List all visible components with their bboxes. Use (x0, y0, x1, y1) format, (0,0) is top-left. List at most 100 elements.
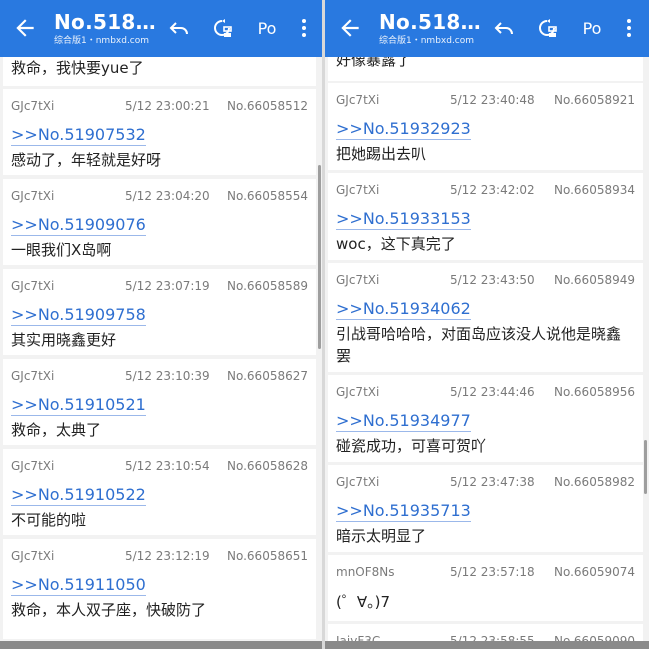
post-id: No.66058982 (554, 475, 635, 489)
post-uid: GJc7tXi (336, 183, 380, 197)
post-meta: GJc7tXi 5/12 23:00:21 No.66058512 (11, 99, 308, 115)
post-id: No.66058512 (227, 99, 308, 113)
post-card[interactable]: GJc7tXi 5/12 23:07:19 No.66058589 >>No.5… (3, 269, 316, 355)
post-content: 不可能的啦 (11, 511, 87, 529)
thread-subtitle: 综合版1・nmbxd.com (54, 36, 150, 46)
thread-panel-right: No.5187… 综合版1・nmbxd.com Po 好像暴露了 GJc7tXi… (325, 0, 649, 649)
post-uid: GJc7tXi (11, 99, 55, 113)
post-uid: GJc7tXi (11, 459, 55, 473)
quote-link[interactable]: >>No.51934062 (336, 299, 471, 320)
post-meta: GJc7tXi 5/12 23:43:50 No.66058949 (336, 273, 635, 289)
bottom-bar (0, 641, 322, 649)
post-uid: mnOF8Ns (336, 565, 395, 579)
post-id: No.66058934 (554, 183, 635, 197)
reply-icon[interactable] (165, 14, 193, 42)
post-card[interactable]: GJc7tXi 5/12 23:44:46 No.66058956 >>No.5… (328, 375, 643, 462)
post-id: No.66058589 (227, 279, 308, 293)
post-card[interactable]: GJc7tXi 5/12 23:10:54 No.66058628 >>No.5… (3, 449, 316, 535)
post-time: 5/12 23:43:50 (450, 273, 535, 287)
more-vert-icon[interactable] (617, 14, 641, 42)
post-card[interactable]: GJc7tXi 5/12 23:43:50 No.66058949 >>No.5… (328, 263, 643, 372)
post-uid: GJc7tXi (336, 273, 380, 287)
thread-title: No.5187… (54, 10, 156, 34)
quote-link[interactable]: >>No.51907532 (11, 125, 146, 146)
quote-link[interactable]: >>No.51910522 (11, 485, 146, 506)
post-id: No.66058651 (227, 549, 308, 563)
post-time: 5/12 23:04:20 (125, 189, 210, 203)
post-content: 引战哥哈哈哈，对面岛应该没人说他是晓鑫罢 (336, 325, 622, 365)
back-arrow-icon[interactable] (337, 15, 363, 41)
post-time: 5/12 23:10:39 (125, 369, 210, 383)
post-time: 5/12 23:47:38 (450, 475, 535, 489)
post-id: No.66058956 (554, 385, 635, 399)
po-filter-button[interactable]: Po (250, 14, 284, 42)
post-content: woc，这下真完了 (336, 235, 456, 253)
thread-subtitle: 综合版1・nmbxd.com (379, 36, 475, 46)
post-meta: GJc7tXi 5/12 23:10:54 No.66058628 (11, 459, 308, 475)
post-id: No.66058949 (554, 273, 635, 287)
post-content: 暗示太明显了 (336, 527, 427, 545)
app-bar: No.5187… 综合版1・nmbxd.com Po (325, 0, 649, 57)
app-bar: No.5187… 综合版1・nmbxd.com Po (0, 0, 322, 57)
thread-panel-left: No.5187… 综合版1・nmbxd.com Po 救命，我快要yue了 GJ… (0, 0, 322, 649)
post-time: 5/12 23:10:54 (125, 459, 210, 473)
po-filter-button[interactable]: Po (575, 14, 609, 42)
post-content: 救命，我快要yue了 (11, 59, 144, 77)
post-card[interactable]: GJc7tXi 5/12 23:00:21 No.66058512 >>No.5… (3, 89, 316, 175)
reply-icon[interactable] (490, 14, 518, 42)
post-fragment: 好像暴露了 (328, 51, 643, 81)
jump-page-icon[interactable] (533, 14, 561, 42)
post-content: 感动了，年轻就是好呀 (11, 151, 162, 169)
post-id: No.66058554 (227, 189, 308, 203)
post-time: 5/12 23:42:02 (450, 183, 535, 197)
post-content: 碰瓷成功，可喜可贺吖 (336, 437, 487, 455)
post-content: 把她踢出去叭 (336, 145, 427, 163)
post-card[interactable]: mnOF8Ns 5/12 23:57:18 No.66059074 (゜∀。)7 (328, 555, 643, 621)
quote-link[interactable]: >>No.51934977 (336, 411, 471, 432)
post-list[interactable]: 救命，我快要yue了 GJc7tXi 5/12 23:00:21 No.6605… (0, 57, 322, 649)
post-card[interactable]: GJc7tXi 5/12 23:04:20 No.66058554 >>No.5… (3, 179, 316, 265)
post-content: 救命，本人双子座，快破防了 (11, 601, 207, 619)
post-meta: GJc7tXi 5/12 23:12:19 No.66058651 (11, 549, 308, 565)
post-meta: GJc7tXi 5/12 23:07:19 No.66058589 (11, 279, 308, 295)
post-uid: GJc7tXi (11, 279, 55, 293)
more-vert-icon[interactable] (292, 14, 316, 42)
post-meta: mnOF8Ns 5/12 23:57:18 No.66059074 (336, 565, 635, 581)
scrollbar-thumb[interactable] (644, 440, 647, 494)
quote-link[interactable]: >>No.51911050 (11, 575, 146, 596)
quote-link[interactable]: >>No.51909076 (11, 215, 146, 236)
title-block: No.5187… 综合版1・nmbxd.com (379, 9, 481, 47)
post-card[interactable]: GJc7tXi 5/12 23:10:39 No.66058627 >>No.5… (3, 359, 316, 445)
post-time: 5/12 23:57:18 (450, 565, 535, 579)
quote-link[interactable]: >>No.51935713 (336, 501, 471, 522)
thread-title: No.5187… (379, 10, 481, 34)
post-card[interactable]: GJc7tXi 5/12 23:42:02 No.66058934 >>No.5… (328, 173, 643, 260)
post-list[interactable]: 好像暴露了 GJc7tXi 5/12 23:40:48 No.66058921 … (325, 51, 649, 649)
post-time: 5/12 23:00:21 (125, 99, 210, 113)
quote-link[interactable]: >>No.51909758 (11, 305, 146, 326)
quote-link[interactable]: >>No.51932923 (336, 119, 471, 140)
post-content: 其实用晓鑫更好 (11, 331, 117, 349)
bottom-bar (325, 641, 649, 649)
scrollbar-thumb[interactable] (318, 165, 321, 349)
post-time: 5/12 23:07:19 (125, 279, 210, 293)
post-uid: GJc7tXi (11, 189, 55, 203)
post-card[interactable]: GJc7tXi 5/12 23:47:38 No.66058982 >>No.5… (328, 465, 643, 552)
post-card[interactable]: GJc7tXi 5/12 23:12:19 No.66058651 >>No.5… (3, 539, 316, 639)
post-uid: GJc7tXi (336, 475, 380, 489)
jump-page-icon[interactable] (208, 14, 236, 42)
post-time: 5/12 23:44:46 (450, 385, 535, 399)
post-card[interactable]: GJc7tXi 5/12 23:40:48 No.66058921 >>No.5… (328, 83, 643, 170)
post-content: (゜∀。)7 (336, 593, 391, 611)
post-id: No.66058628 (227, 459, 308, 473)
post-content: 救命，太典了 (11, 421, 102, 439)
post-meta: GJc7tXi 5/12 23:47:38 No.66058982 (336, 475, 635, 491)
quote-link[interactable]: >>No.51910521 (11, 395, 146, 416)
back-arrow-icon[interactable] (12, 15, 38, 41)
post-fragment: 救命，我快要yue了 (3, 57, 316, 86)
post-time: 5/12 23:40:48 (450, 93, 535, 107)
quote-link[interactable]: >>No.51933153 (336, 209, 471, 230)
post-uid: GJc7tXi (11, 549, 55, 563)
post-uid: GJc7tXi (336, 385, 380, 399)
post-meta: GJc7tXi 5/12 23:04:20 No.66058554 (11, 189, 308, 205)
